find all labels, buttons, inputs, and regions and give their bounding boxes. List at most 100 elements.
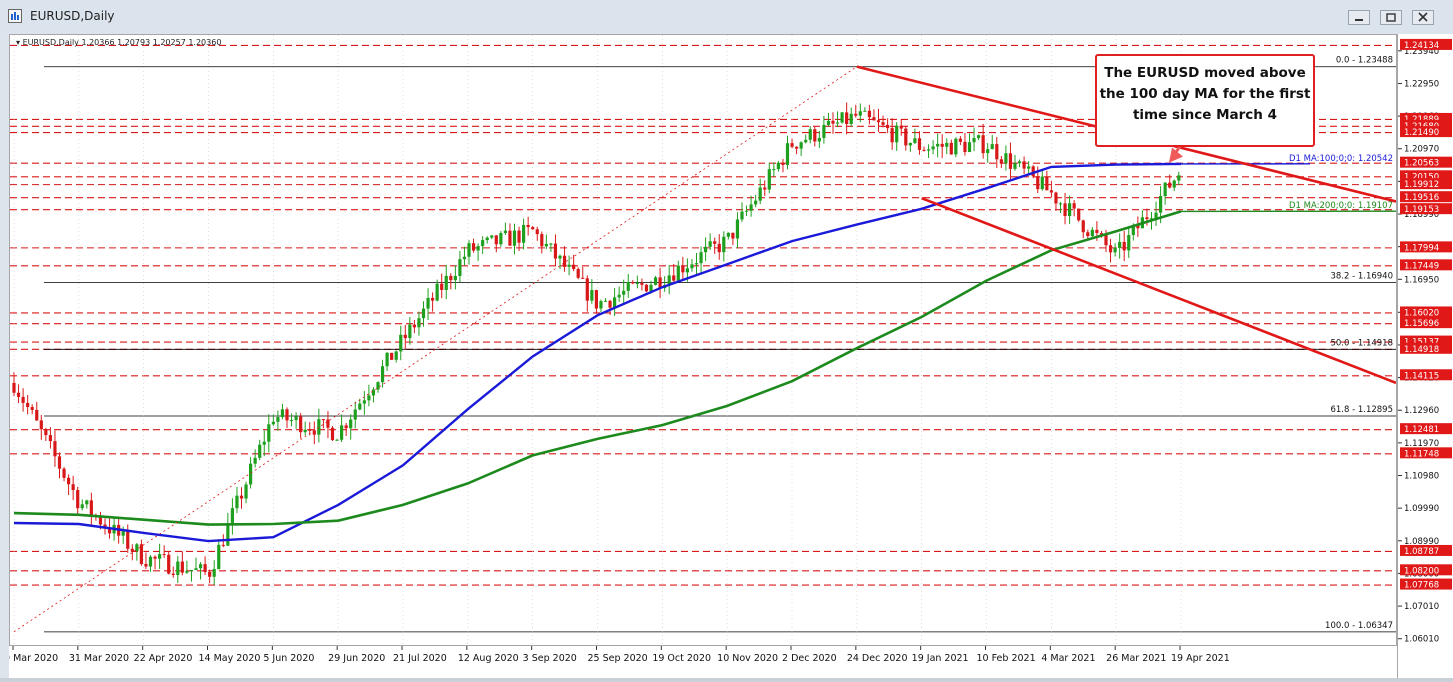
bull-candle <box>176 562 179 575</box>
bull-candle <box>354 410 357 420</box>
bull-candle <box>235 496 238 509</box>
bear-candle <box>1086 232 1089 236</box>
bull-candle <box>927 149 930 150</box>
bull-candle <box>386 353 389 366</box>
bear-candle <box>950 143 953 155</box>
price-tick-label: 1.10980 <box>1404 472 1439 482</box>
bull-candle <box>627 282 630 291</box>
bull-candle <box>558 256 561 259</box>
bull-candle <box>372 390 375 396</box>
bear-candle <box>581 278 584 279</box>
candles-group <box>12 102 1180 584</box>
price-tick-label: 1.07010 <box>1404 602 1439 612</box>
bear-candle <box>53 441 56 456</box>
bear-candle <box>681 266 684 273</box>
bull-candle <box>972 138 975 142</box>
bear-candle <box>35 410 38 420</box>
bull-candle <box>422 309 425 319</box>
bull-candle <box>490 235 493 237</box>
bear-candle <box>1045 177 1048 191</box>
bull-candle <box>1118 242 1121 248</box>
bull-candle <box>850 114 853 124</box>
bull-candle <box>768 169 771 189</box>
bull-candle <box>895 126 898 143</box>
bull-candle <box>1114 248 1117 252</box>
bull-candle <box>704 247 707 252</box>
bull-candle <box>185 571 188 573</box>
bear-candle <box>322 419 325 420</box>
bull-candle <box>381 366 384 382</box>
bear-candle <box>781 163 784 165</box>
price-level-tag-label: 1.12481 <box>1404 425 1439 435</box>
time-tick-label: 19 Apr 2021 <box>1171 653 1230 664</box>
price-tick-label: 1.20970 <box>1404 145 1439 155</box>
bear-candle <box>1073 203 1076 208</box>
bear-candle <box>204 564 207 572</box>
bear-candle <box>153 557 156 559</box>
bear-candle <box>1082 220 1085 232</box>
bull-candle <box>317 419 320 434</box>
bull-candle <box>863 111 866 112</box>
bear-candle <box>795 147 798 149</box>
bear-candle <box>449 276 452 280</box>
bear-candle <box>922 150 925 151</box>
price-tick-label: 1.16950 <box>1404 275 1439 285</box>
price-axis-svg: 1.239401.229501.219601.209701.199801.189… <box>1398 34 1453 678</box>
price-level-tag-label: 1.21490 <box>1404 128 1439 138</box>
time-tick-label: 4 Mar 2021 <box>1041 653 1095 664</box>
bear-candle <box>877 120 880 122</box>
bear-candle <box>672 275 675 280</box>
time-axis: 9 Mar 202031 Mar 202022 Apr 202014 May 2… <box>9 646 1397 678</box>
price-axis[interactable]: 1.239401.229501.219601.209701.199801.189… <box>1397 34 1453 678</box>
bull-candle <box>804 140 807 143</box>
bear-candle <box>404 335 407 338</box>
bear-candle <box>1123 242 1126 250</box>
bull-candle <box>358 404 361 410</box>
price-level-tag-label: 1.11748 <box>1404 449 1439 459</box>
bull-candle <box>417 318 420 327</box>
maximize-icon <box>1381 11 1401 24</box>
bull-candle <box>759 187 762 200</box>
bear-candle <box>285 409 288 420</box>
maximize-button[interactable] <box>1380 10 1402 25</box>
bull-candle <box>772 169 775 170</box>
bull-candle <box>1127 235 1130 250</box>
bull-candle <box>81 504 84 508</box>
bear-candle <box>26 403 29 407</box>
price-level-tag-label: 1.20563 <box>1404 159 1439 169</box>
annotation-line-2: the 100 day MA for the first <box>1097 84 1313 105</box>
bear-candle <box>959 139 962 142</box>
price-level-tag-label: 1.07768 <box>1404 581 1439 591</box>
bull-candle <box>445 276 448 290</box>
time-tick-label: 12 Aug 2020 <box>458 653 519 664</box>
bull-candle <box>85 500 88 504</box>
bull-candle <box>859 111 862 115</box>
bull-candle <box>194 568 197 570</box>
bull-candle <box>272 422 275 424</box>
price-chart-area[interactable]: 0.0 - 1.2348838.2 - 1.1694050.0 - 1.1491… <box>9 34 1397 646</box>
bull-candle <box>1018 161 1021 163</box>
bull-candle <box>1164 183 1167 196</box>
time-tick-label: 24 Dec 2020 <box>847 653 908 664</box>
close-button[interactable] <box>1412 10 1434 25</box>
annotation-line-3: time since March 4 <box>1097 105 1313 126</box>
bull-candle <box>463 257 466 259</box>
bear-candle <box>299 417 302 433</box>
bull-candle <box>467 243 470 257</box>
bull-candle <box>722 237 725 252</box>
bear-candle <box>76 490 79 508</box>
bull-candle <box>481 240 484 246</box>
bear-candle <box>631 282 634 283</box>
bull-candle <box>213 569 216 577</box>
bull-candle <box>158 554 161 559</box>
bear-candle <box>413 325 416 328</box>
symbol-dropdown-icon[interactable]: ▾ <box>16 38 20 47</box>
bull-candle <box>477 246 480 250</box>
minimize-button[interactable] <box>1348 10 1370 25</box>
bull-candle <box>513 231 516 246</box>
time-axis-svg: 9 Mar 202031 Mar 202022 Apr 202014 May 2… <box>9 646 1397 678</box>
bear-candle <box>167 555 170 574</box>
bear-candle <box>126 531 129 549</box>
bull-candle <box>936 144 939 147</box>
price-level-tag-label: 1.08200 <box>1404 566 1439 576</box>
